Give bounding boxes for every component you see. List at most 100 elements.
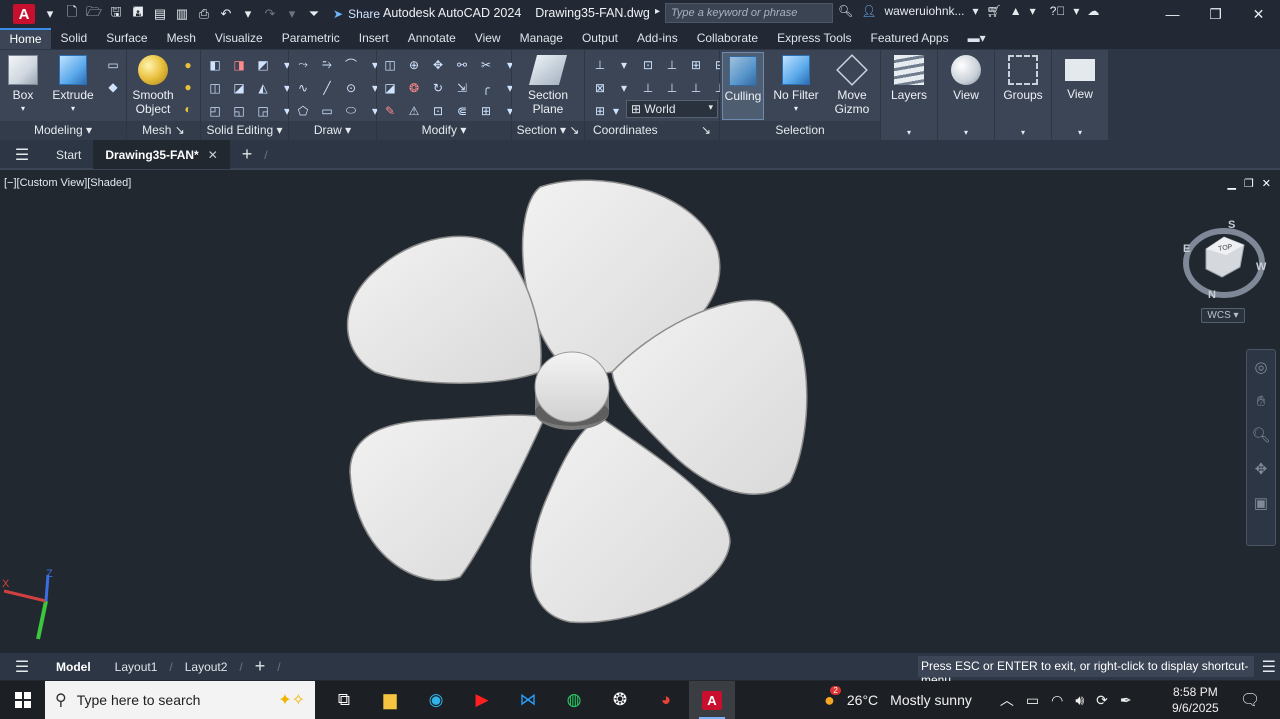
layers-dropdown-icon[interactable]: ▾ <box>881 128 937 137</box>
modify-panel-label[interactable]: Modify ▾ <box>377 121 511 140</box>
ucs-named-icon[interactable]: ⊠ <box>591 79 609 96</box>
tab-view[interactable]: View <box>465 28 510 49</box>
tab-drawing[interactable]: Drawing35-FAN* ✕ <box>93 140 230 169</box>
move-gizmo-button[interactable]: Move Gizmo <box>830 54 874 116</box>
battery-icon[interactable]: ▭ <box>1026 692 1039 709</box>
file-explorer-icon[interactable]: ▆ <box>367 681 413 719</box>
help-icon[interactable]: ?⃝ <box>1050 4 1066 18</box>
tab-collaborate[interactable]: Collaborate <box>687 28 767 49</box>
autodesk-dropdown-icon[interactable]: ▾ <box>1030 4 1036 18</box>
slice-icon[interactable]: ◪ <box>230 79 248 96</box>
tab-layout1[interactable]: Layout1 <box>103 653 170 680</box>
whatsapp-icon[interactable]: ◍ <box>551 681 597 719</box>
tab-output[interactable]: Output <box>572 28 627 49</box>
3d-align-icon[interactable]: ◪ <box>381 79 399 96</box>
union-icon[interactable]: ◧ <box>206 56 224 73</box>
refine-mesh-icon[interactable]: ◐ <box>179 100 197 117</box>
smooth-object-button[interactable]: Smooth Object <box>129 55 177 116</box>
ucs-named-dropdown-icon[interactable]: ▾ <box>615 79 633 96</box>
imprint-icon[interactable]: ◰ <box>206 102 224 119</box>
chrome-icon[interactable]: ◕ <box>643 681 689 719</box>
box-button[interactable]: Box ▾ <box>8 55 38 116</box>
maximize-icon[interactable]: ❐ <box>1194 0 1237 28</box>
smooth-more-icon[interactable]: ● <box>179 56 197 73</box>
scale-icon[interactable]: ⊡ <box>429 102 447 119</box>
save-as-icon[interactable]: 🖪 <box>127 4 149 24</box>
move-icon[interactable]: ✥ <box>429 56 447 73</box>
3d-rotate-icon[interactable]: ⊕ <box>405 56 423 73</box>
coordinates-panel-label[interactable]: Coordinates ↘ <box>585 121 719 140</box>
solid-editing-panel-label[interactable]: Solid Editing ▾ <box>201 121 288 140</box>
3d-move-icon[interactable]: ⚯ <box>453 56 471 73</box>
chevron-down-icon[interactable]: ▾ <box>39 4 61 24</box>
publish-icon[interactable]: ▥ <box>171 4 193 24</box>
subtract-icon[interactable]: ◨ <box>230 56 248 73</box>
vscode-icon[interactable]: ⋈ <box>505 681 551 719</box>
cart-icon[interactable]: 🛒︎ <box>987 4 1002 18</box>
hamburger-menu-icon[interactable]: ☰ <box>0 145 44 165</box>
ucs-world-dropdown[interactable]: ⊞ World ▾ <box>626 100 718 118</box>
user-name[interactable]: waweruiohnk... <box>884 4 964 18</box>
tab-add-ins[interactable]: Add-ins <box>628 28 688 49</box>
intersect-icon[interactable]: ◩ <box>254 56 272 73</box>
line-icon[interactable]: ╱ <box>318 79 336 96</box>
tab-model[interactable]: Model <box>44 653 103 680</box>
fan-3d-model[interactable] <box>0 172 1280 652</box>
draw-panel-label[interactable]: Draw ▾ <box>289 121 376 140</box>
edge-icon[interactable]: ◉ <box>413 681 459 719</box>
tab-express-tools[interactable]: Express Tools <box>768 28 861 49</box>
arc-icon[interactable]: ⌒ <box>342 56 360 73</box>
chevron-up-icon[interactable]: ︿ <box>1000 690 1014 710</box>
ucs-z-icon[interactable]: ⊥ <box>687 79 705 96</box>
plot-preview-icon[interactable]: ▤ <box>149 4 171 24</box>
rectangle-icon[interactable]: ▭ <box>318 102 336 119</box>
wcs-menu[interactable]: WCS ▾ <box>1201 308 1245 323</box>
ucs-origin-icon[interactable]: ⊡ <box>639 56 657 73</box>
offset-icon[interactable]: ⋐ <box>453 102 471 119</box>
section-plane-button[interactable]: Section Plane <box>522 55 574 116</box>
polyline-icon[interactable]: ⤳ <box>294 56 312 73</box>
viewcube[interactable]: TOP S N E W <box>1178 219 1270 301</box>
autocad-taskbar-icon[interactable]: A <box>689 681 735 719</box>
modeling-panel-label[interactable]: Modeling ▾ <box>0 121 126 140</box>
pan-icon[interactable]: ✋︎ <box>1247 384 1275 418</box>
weather-icon[interactable]: ● 2 <box>824 685 841 711</box>
ucs-dropdown-icon[interactable]: ▾ <box>615 56 633 73</box>
spline-icon[interactable]: ∿ <box>294 79 312 96</box>
volume-icon[interactable]: 🔊︎ <box>1075 692 1084 709</box>
wifi-icon[interactable]: ◠ <box>1051 692 1063 709</box>
open-folder-icon[interactable]: 🗁 <box>83 4 105 24</box>
chevron-right-icon[interactable]: ▸ <box>655 6 660 17</box>
tab-layout2[interactable]: Layout2 <box>173 653 240 680</box>
no-filter-button[interactable]: No Filter ▾ <box>772 55 820 116</box>
tab-visualize[interactable]: Visualize <box>205 28 272 49</box>
steering-wheel-icon[interactable]: ◎ <box>1247 350 1275 384</box>
array-icon[interactable]: ⊞ <box>477 102 495 119</box>
zoom-icon[interactable]: 🔍︎ <box>1247 418 1275 452</box>
presspull-icon[interactable]: ▭ <box>104 56 122 73</box>
share-button[interactable]: ➤ Share <box>333 7 380 21</box>
redo-dropdown-icon[interactable]: ▾ <box>281 4 303 24</box>
3d-array-icon[interactable]: ❂ <box>405 79 423 96</box>
close-icon[interactable]: ✕ <box>1237 0 1280 28</box>
thicken-icon[interactable]: ◭ <box>254 79 272 96</box>
fillet-icon[interactable]: ╭ <box>477 79 495 96</box>
help-search-input[interactable]: Type a keyword or phrase <box>665 3 833 23</box>
3d-polyline-icon[interactable]: ⥲ <box>318 56 336 73</box>
search-icon[interactable]: 🔍︎ <box>838 4 853 18</box>
smooth-icon[interactable]: ◆ <box>104 78 122 95</box>
showmotion-icon[interactable]: ▣ <box>1247 486 1275 520</box>
layers-button[interactable]: Layers <box>885 55 933 102</box>
autocad-logo-icon[interactable]: A <box>13 4 35 24</box>
mesh-panel-label[interactable]: Mesh ↘ <box>127 121 200 140</box>
tab-featured-apps[interactable]: Featured Apps <box>861 28 958 49</box>
copy-icon[interactable]: ⚠ <box>405 102 423 119</box>
rotate-icon[interactable]: ↻ <box>429 79 447 96</box>
command-line[interactable]: Press ESC or ENTER to exit, or right-cli… <box>918 656 1254 687</box>
tab-insert[interactable]: Insert <box>349 28 398 49</box>
layout-menu-icon[interactable]: ☰ <box>0 657 44 677</box>
trim-icon[interactable]: ✂ <box>477 56 495 73</box>
customize-toolbar-icon[interactable]: ⏷ <box>303 4 325 24</box>
ucs-world-dropdown-icon[interactable]: ▾ <box>607 102 625 119</box>
extrude-button[interactable]: Extrude ▾ <box>52 55 94 116</box>
